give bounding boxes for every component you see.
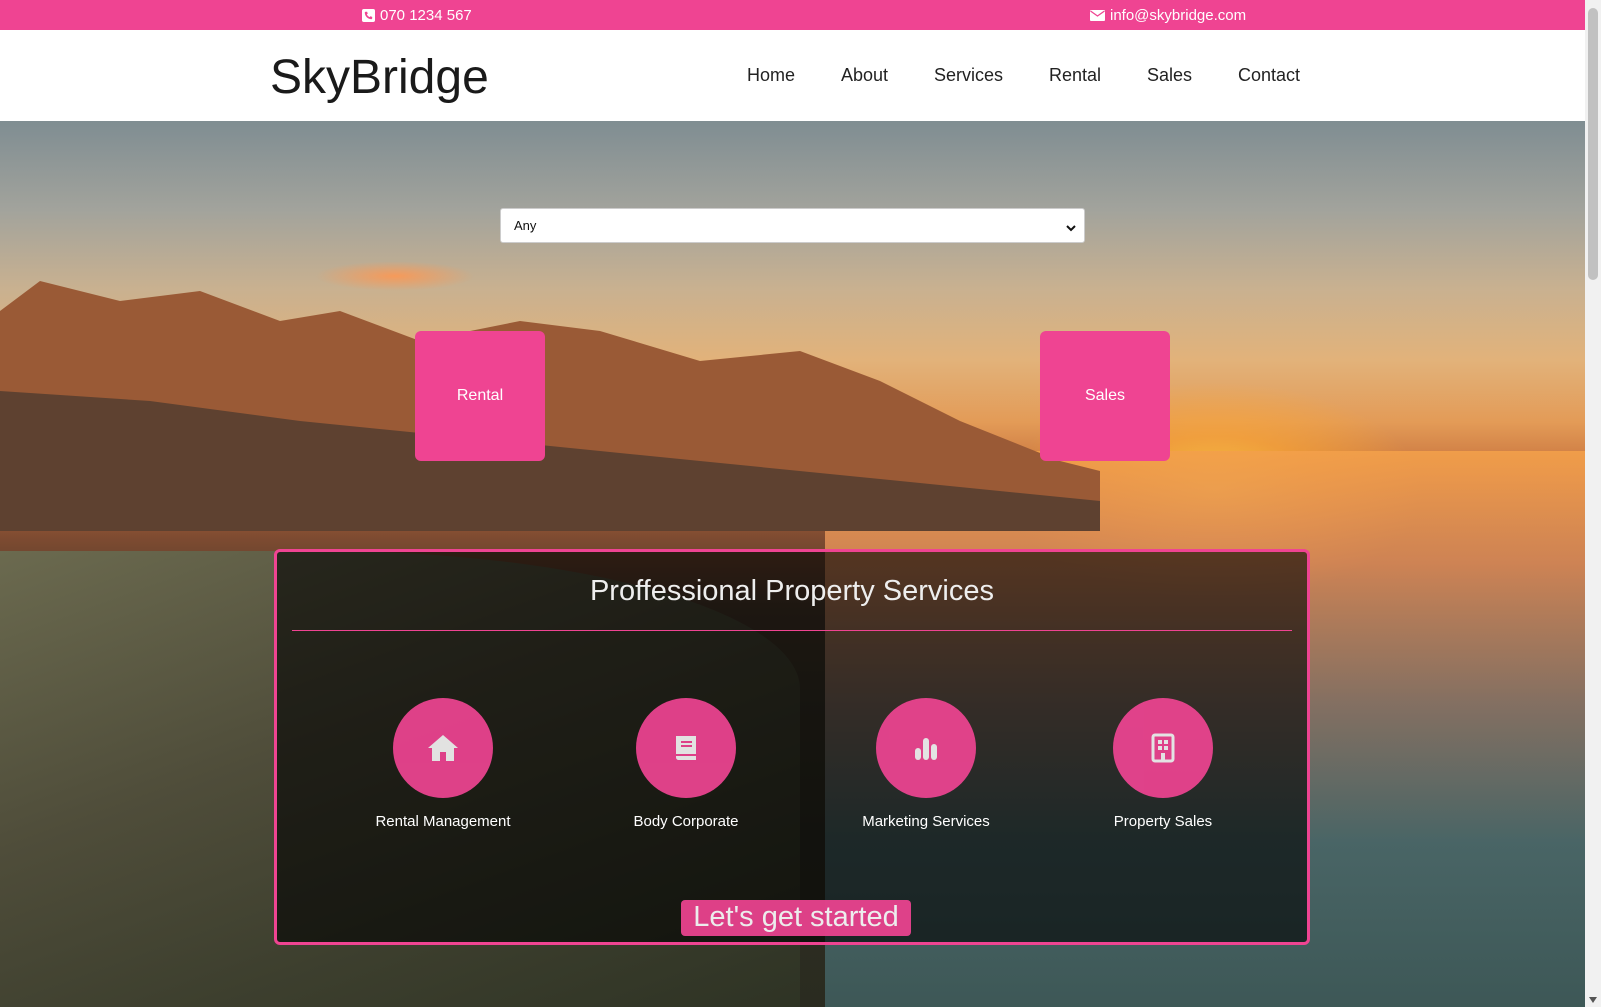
home-icon[interactable] — [393, 698, 493, 798]
nav-home[interactable]: Home — [747, 65, 795, 86]
property-type-select[interactable]: Any — [500, 208, 1085, 243]
service-label: Rental Management — [375, 813, 511, 830]
nav-rental[interactable]: Rental — [1049, 65, 1101, 86]
sales-tile[interactable]: Sales — [1040, 331, 1170, 461]
service-marketing-services[interactable]: Marketing Services — [826, 698, 1026, 830]
sales-tile-label: Sales — [1084, 387, 1126, 404]
service-label: Property Sales — [1113, 813, 1213, 830]
rental-tile-label: Rental — [456, 387, 504, 404]
email-contact[interactable]: info@skybridge.com — [1090, 7, 1246, 24]
envelope-icon — [1090, 10, 1105, 21]
email-address: info@skybridge.com — [1110, 7, 1247, 24]
nav-services[interactable]: Services — [934, 65, 1003, 86]
phone-contact[interactable]: 070 1234 567 — [362, 7, 472, 24]
service-label: Body Corporate — [633, 813, 739, 830]
service-body-corporate[interactable]: Body Corporate — [586, 698, 786, 830]
divider — [292, 630, 1292, 631]
nav-about[interactable]: About — [841, 65, 888, 86]
top-contact-bar: 070 1234 567 info@skybridge.com — [0, 0, 1585, 30]
service-rental-management[interactable]: Rental Management — [343, 698, 543, 830]
phone-number: 070 1234 567 — [380, 7, 472, 24]
rental-tile[interactable]: Rental — [415, 331, 545, 461]
scroll-down-arrow-icon[interactable] — [1589, 997, 1597, 1003]
site-logo[interactable]: SkyBridge — [270, 50, 489, 105]
services-panel: Proffessional Property Services Rental M… — [274, 549, 1310, 945]
scrollbar-thumb[interactable] — [1588, 8, 1598, 280]
phone-icon — [362, 9, 375, 22]
page-scrollbar[interactable] — [1585, 0, 1601, 1007]
building-icon[interactable] — [1113, 698, 1213, 798]
chevron-down-icon — [1066, 220, 1076, 235]
services-title: Proffessional Property Services — [589, 575, 995, 607]
service-label: Marketing Services — [862, 813, 990, 830]
hero-section: Any Rental Sales Proffessional Property … — [0, 121, 1585, 1007]
hero-background-mountains — [0, 281, 1100, 531]
select-value: Any — [514, 218, 537, 233]
site-header: SkyBridge Home About Services Rental Sal… — [0, 30, 1585, 121]
nav-contact[interactable]: Contact — [1238, 65, 1300, 86]
nav-sales[interactable]: Sales — [1147, 65, 1192, 86]
get-started-button[interactable]: Let's get started — [681, 900, 911, 936]
bar-chart-icon[interactable] — [876, 698, 976, 798]
book-icon[interactable] — [636, 698, 736, 798]
service-property-sales[interactable]: Property Sales — [1063, 698, 1263, 830]
